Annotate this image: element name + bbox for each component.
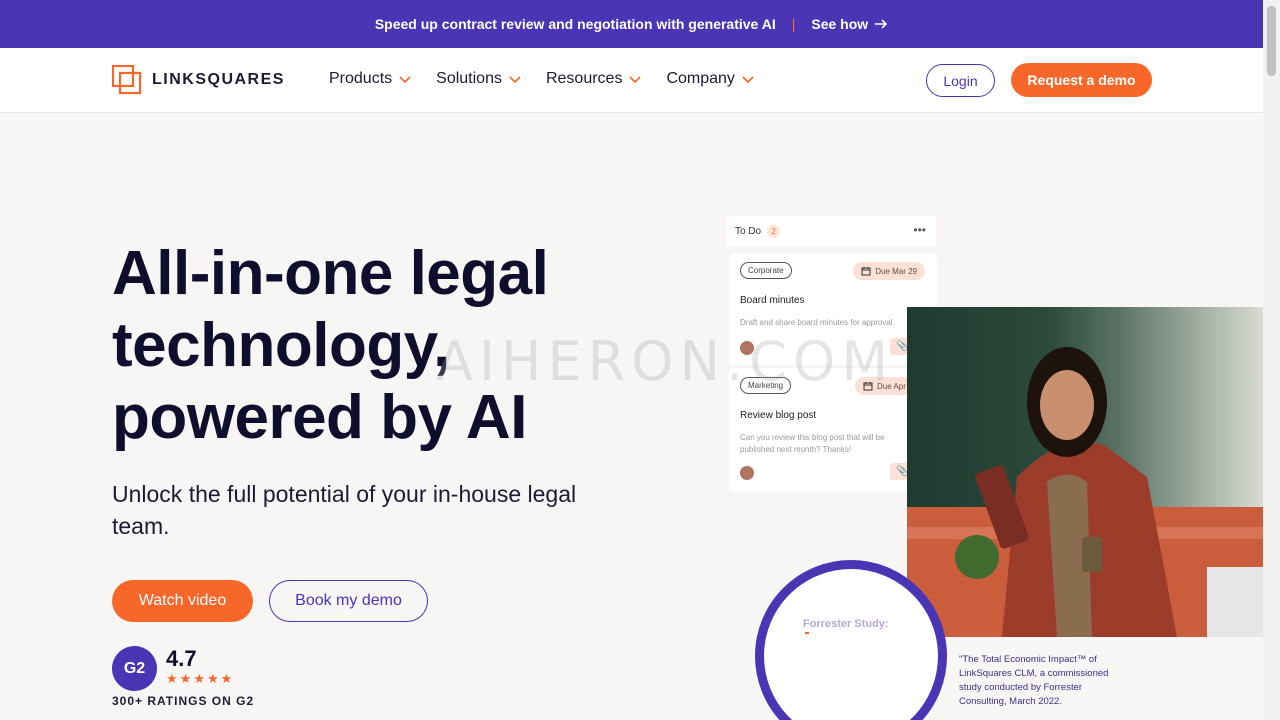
hero-title-line: technology,: [112, 311, 450, 380]
nav-company[interactable]: Company: [666, 70, 754, 88]
hero-title-line: All-in-one legal: [112, 239, 549, 308]
todo-count-badge: 2: [767, 224, 781, 238]
more-options-icon: •••: [913, 223, 926, 237]
nav-solutions-label: Solutions: [436, 70, 502, 87]
see-how-label: See how: [811, 16, 869, 32]
g2-logo: G2: [112, 646, 157, 691]
nav-solutions[interactable]: Solutions: [436, 70, 522, 88]
hero-title: All-in-one legal technology, powered by …: [112, 238, 672, 454]
main-nav: Products Solutions Resources Company: [329, 70, 755, 88]
chevron-down-icon: [399, 76, 411, 84]
chevron-down-icon: [509, 76, 521, 84]
scrollbar[interactable]: [1263, 0, 1280, 720]
star-rating: ★ ★ ★ ★ ★: [166, 671, 232, 687]
see-how-link[interactable]: See how: [811, 16, 888, 32]
forrester-quote: "The Total Economic Impact™ of LinkSquar…: [959, 654, 1109, 707]
woman-with-coffee-image: [907, 347, 1263, 637]
calendar-icon: [863, 382, 873, 391]
nav-products[interactable]: Products: [329, 70, 412, 88]
task-tag: Corporate: [740, 262, 792, 279]
chevron-down-icon: [629, 76, 642, 84]
calendar-icon: [861, 267, 871, 276]
book-demo-button[interactable]: Book my demo: [269, 580, 428, 622]
login-button[interactable]: Login: [926, 64, 995, 97]
chevron-down-icon: [742, 76, 754, 84]
task-description: Draft and share board minutes for approv…: [740, 318, 895, 327]
nav-products-label: Products: [329, 70, 393, 87]
star-icon: ★: [166, 671, 178, 686]
logo-text: LINKSQUARES: [152, 71, 285, 88]
hero-title-line: powered by AI: [112, 383, 527, 452]
task-description: Can you review this blog post that will …: [740, 433, 885, 454]
banner-separator: |: [791, 16, 796, 32]
star-icon: ★: [220, 671, 233, 686]
hero-photo: [907, 307, 1263, 637]
star-icon: ★: [179, 671, 192, 686]
task-card: Marketing Due Apr 19 Review blog post Ca…: [729, 368, 937, 492]
site-header: LINKSQUARES Products Solutions Resources…: [0, 48, 1263, 113]
logo[interactable]: LINKSQUARES: [112, 65, 285, 95]
todo-column-title: To Do: [735, 225, 762, 237]
task-tag: Marketing: [740, 377, 792, 394]
scrollbar-thumb[interactable]: [1267, 6, 1276, 76]
due-date-badge: Due Mar 29: [853, 262, 925, 280]
request-demo-button[interactable]: Request a demo: [1011, 63, 1152, 97]
avatar: [740, 466, 754, 480]
banner-text: Speed up contract review and negotiation…: [374, 16, 776, 32]
todo-column-header: To Do 2 •••: [727, 216, 936, 246]
hero-subtitle: Unlock the full potential of your in-hou…: [112, 481, 577, 539]
forrester-label: Forrester Study:: [803, 618, 889, 630]
watch-video-button[interactable]: Watch video: [112, 580, 253, 622]
g2-logo-text: G2: [123, 659, 146, 677]
rating-value: 4.7: [166, 646, 197, 671]
star-icon: ★: [206, 671, 219, 686]
announcement-banner: Speed up contract review and negotiation…: [0, 0, 1263, 48]
due-date-text: Due Mar 29: [875, 266, 917, 276]
nav-company-label: Company: [666, 70, 735, 87]
task-title: Board minutes: [740, 295, 805, 306]
nav-resources[interactable]: Resources: [546, 70, 642, 88]
arrow-right-icon: [875, 19, 888, 29]
task-card: Corporate Due Mar 29 Board minutes Draft…: [729, 253, 937, 365]
avatar: [740, 341, 754, 355]
star-icon: ★: [193, 671, 205, 686]
accent-dash: [805, 632, 809, 634]
task-title: Review blog post: [740, 410, 817, 421]
nav-resources-label: Resources: [545, 70, 623, 87]
ratings-label: 300+ RATINGS ON G2: [112, 694, 255, 708]
linksquares-logo-icon: [112, 65, 142, 95]
